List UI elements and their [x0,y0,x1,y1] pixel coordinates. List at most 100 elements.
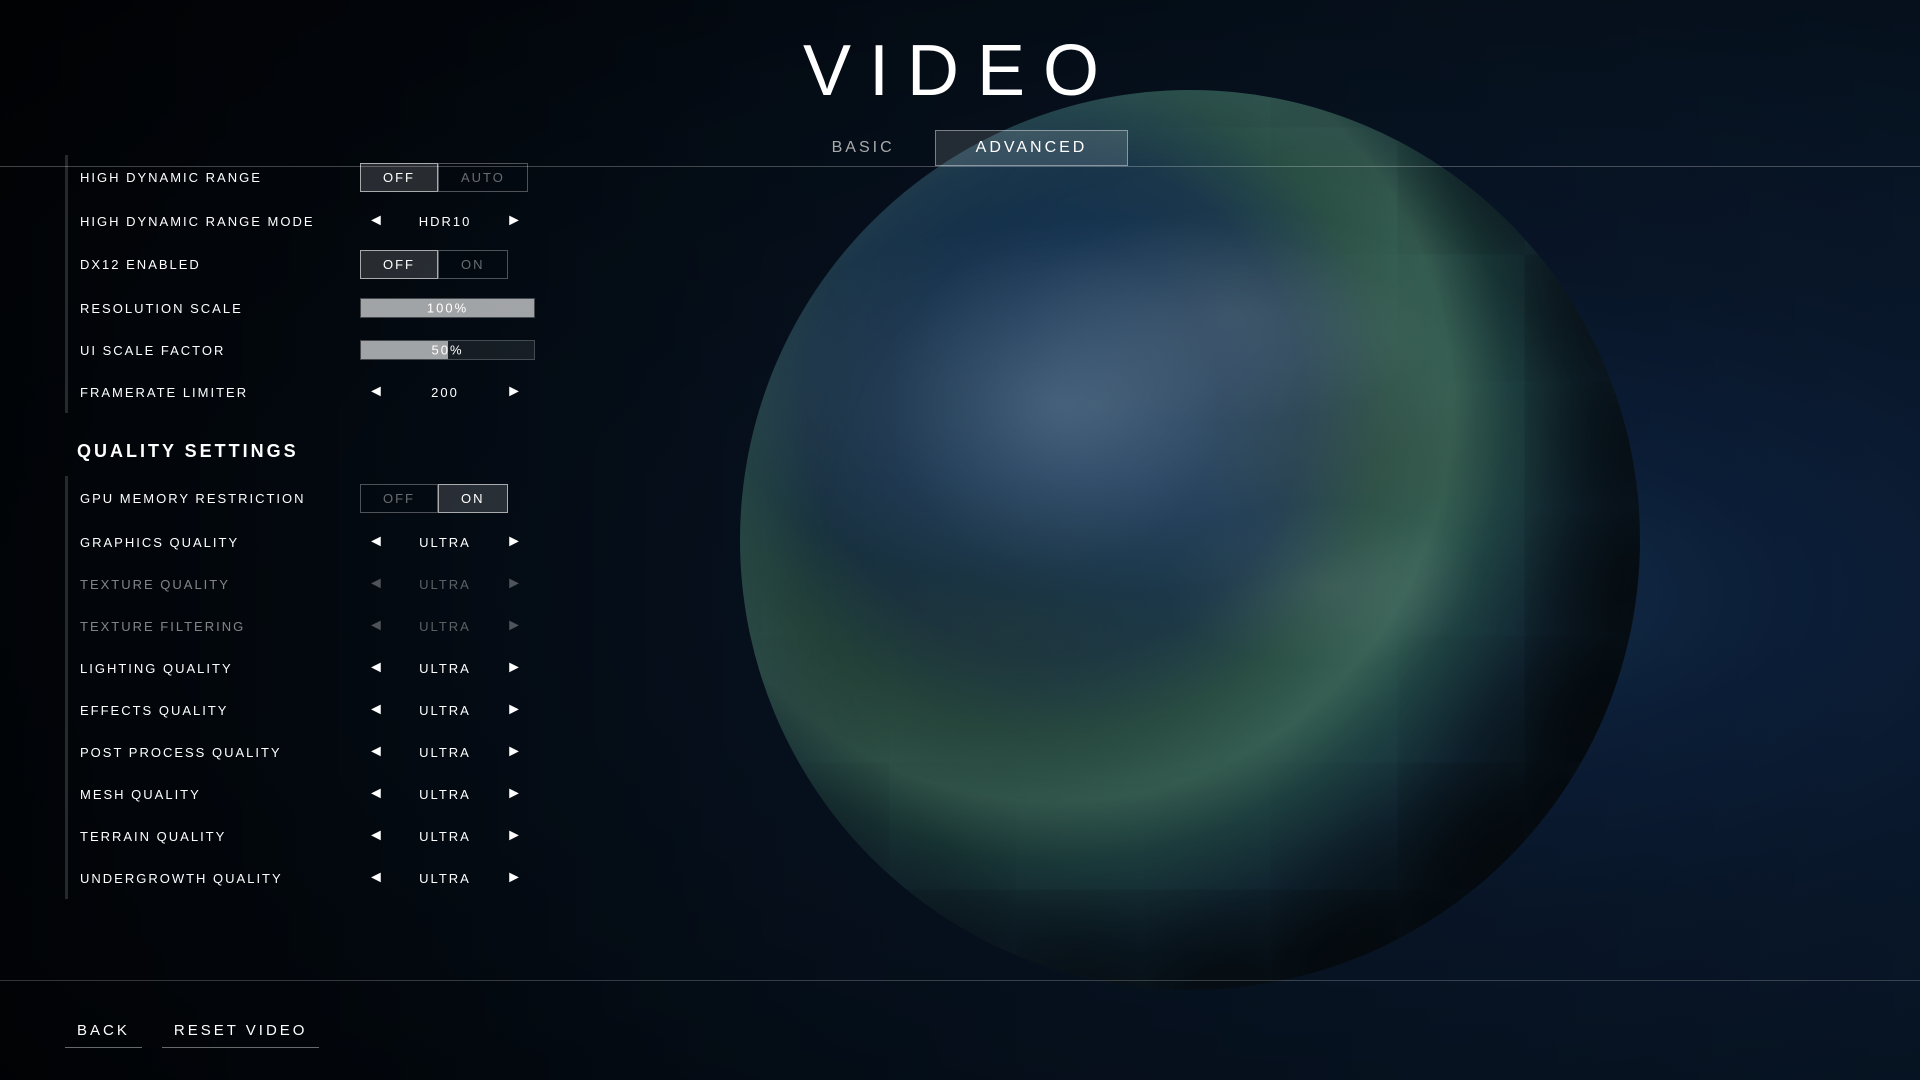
undergrowth-value: ULTRA [392,871,498,886]
setting-row-undergrowth: UNDERGROWTH QUALITY ◄ ULTRA ► [65,857,550,899]
setting-row-ui-scale: UI SCALE FACTOR 50% [65,329,550,371]
mesh-quality-value: ULTRA [392,787,498,802]
selector-texture-filtering: ◄ ULTRA ► [360,613,530,639]
toggle-hdr-off[interactable]: OFF [360,163,438,192]
hdr-mode-right[interactable]: ► [498,208,530,234]
label-framerate: FRAMERATE LIMITER [80,385,360,400]
settings-scroll[interactable]: HIGH DYNAMIC RANGE OFF AUTO HIGH DYNAMIC… [65,155,555,970]
page-title: VIDEO [0,0,1920,112]
label-ui-scale: UI SCALE FACTOR [80,343,360,358]
selector-hdr-mode: ◄ HDR10 ► [360,208,530,234]
toggle-gpu-mem: OFF ON [360,484,508,513]
label-dx12: DX12 ENABLED [80,257,360,272]
slider-ui-scale[interactable]: 50% [360,340,535,360]
label-effects-quality: EFFECTS QUALITY [80,703,360,718]
reset-video-button[interactable]: RESET VIDEO [162,1014,320,1048]
toggle-dx12-off[interactable]: OFF [360,250,438,279]
framerate-right[interactable]: ► [498,379,530,405]
label-lighting-quality: LIGHTING QUALITY [80,661,360,676]
selector-terrain-quality: ◄ ULTRA ► [360,823,530,849]
slider-ui-scale-value: 50% [361,343,534,358]
setting-row-effects-quality: EFFECTS QUALITY ◄ ULTRA ► [65,689,550,731]
toggle-hdr-auto[interactable]: AUTO [438,163,528,192]
label-gpu-mem: GPU MEMORY RESTRICTION [80,491,360,506]
post-process-left[interactable]: ◄ [360,739,392,765]
mesh-quality-left[interactable]: ◄ [360,781,392,807]
setting-row-lighting-quality: LIGHTING QUALITY ◄ ULTRA ► [65,647,550,689]
framerate-value: 200 [392,385,498,400]
selector-mesh-quality: ◄ ULTRA ► [360,781,530,807]
setting-row-dx12: DX12 ENABLED OFF ON [65,242,550,287]
setting-row-framerate: FRAMERATE LIMITER ◄ 200 ► [65,371,550,413]
selector-effects-quality: ◄ ULTRA ► [360,697,530,723]
graphics-quality-value: ULTRA [392,535,498,550]
undergrowth-right[interactable]: ► [498,865,530,891]
lighting-quality-right[interactable]: ► [498,655,530,681]
slider-resolution-value: 100% [361,301,534,316]
setting-row-terrain-quality: TERRAIN QUALITY ◄ ULTRA ► [65,815,550,857]
texture-quality-right[interactable]: ► [498,571,530,597]
main-content: VIDEO BASIC ADVANCED HIGH DYNAMIC RANGE … [0,0,1920,1080]
tab-advanced[interactable]: ADVANCED [935,130,1129,166]
mesh-quality-right[interactable]: ► [498,781,530,807]
quality-settings-header: QUALITY SETTINGS [65,423,550,476]
setting-row-hdr: HIGH DYNAMIC RANGE OFF AUTO [65,155,550,200]
label-hdr-mode: HIGH DYNAMIC RANGE MODE [80,214,360,229]
selector-undergrowth: ◄ ULTRA ► [360,865,530,891]
effects-quality-left[interactable]: ◄ [360,697,392,723]
slider-resolution[interactable]: 100% [360,298,535,318]
undergrowth-left[interactable]: ◄ [360,865,392,891]
label-post-process: POST PROCESS QUALITY [80,745,360,760]
selector-texture-quality: ◄ ULTRA ► [360,571,530,597]
label-texture-filtering: TEXTURE FILTERING [80,619,360,634]
label-undergrowth: UNDERGROWTH QUALITY [80,871,360,886]
selector-post-process: ◄ ULTRA ► [360,739,530,765]
quality-settings-title: QUALITY SETTINGS [65,431,299,468]
setting-row-texture-quality: TEXTURE QUALITY ◄ ULTRA ► [65,563,550,605]
label-terrain-quality: TERRAIN QUALITY [80,829,360,844]
setting-row-resolution: RESOLUTION SCALE 100% [65,287,550,329]
selector-framerate: ◄ 200 ► [360,379,530,405]
texture-filtering-left[interactable]: ◄ [360,613,392,639]
setting-row-post-process: POST PROCESS QUALITY ◄ ULTRA ► [65,731,550,773]
post-process-value: ULTRA [392,745,498,760]
label-texture-quality: TEXTURE QUALITY [80,577,360,592]
terrain-quality-value: ULTRA [392,829,498,844]
framerate-left[interactable]: ◄ [360,379,392,405]
hdr-mode-left[interactable]: ◄ [360,208,392,234]
toggle-dx12-on[interactable]: ON [438,250,508,279]
setting-row-graphics-quality: GRAPHICS QUALITY ◄ ULTRA ► [65,521,550,563]
back-button[interactable]: BACK [65,1014,142,1048]
toggle-gpu-mem-off[interactable]: OFF [360,484,438,513]
effects-quality-value: ULTRA [392,703,498,718]
hdr-mode-value: HDR10 [392,214,498,229]
selector-lighting-quality: ◄ ULTRA ► [360,655,530,681]
label-mesh-quality: MESH QUALITY [80,787,360,802]
toggle-hdr: OFF AUTO [360,163,528,192]
settings-panel: HIGH DYNAMIC RANGE OFF AUTO HIGH DYNAMIC… [65,155,555,970]
setting-row-hdr-mode: HIGH DYNAMIC RANGE MODE ◄ HDR10 ► [65,200,550,242]
label-resolution: RESOLUTION SCALE [80,301,360,316]
setting-row-gpu-mem: GPU MEMORY RESTRICTION OFF ON [65,476,550,521]
bottom-bar: BACK RESET VIDEO [0,980,1920,1080]
label-hdr: HIGH DYNAMIC RANGE [80,170,360,185]
texture-filtering-right[interactable]: ► [498,613,530,639]
texture-quality-left[interactable]: ◄ [360,571,392,597]
lighting-quality-left[interactable]: ◄ [360,655,392,681]
label-graphics-quality: GRAPHICS QUALITY [80,535,360,550]
effects-quality-right[interactable]: ► [498,697,530,723]
selector-graphics-quality: ◄ ULTRA ► [360,529,530,555]
toggle-gpu-mem-on[interactable]: ON [438,484,508,513]
post-process-right[interactable]: ► [498,739,530,765]
lighting-quality-value: ULTRA [392,661,498,676]
setting-row-mesh-quality: MESH QUALITY ◄ ULTRA ► [65,773,550,815]
graphics-quality-right[interactable]: ► [498,529,530,555]
setting-row-texture-filtering: TEXTURE FILTERING ◄ ULTRA ► [65,605,550,647]
texture-quality-value: ULTRA [392,577,498,592]
graphics-quality-left[interactable]: ◄ [360,529,392,555]
terrain-quality-right[interactable]: ► [498,823,530,849]
toggle-dx12: OFF ON [360,250,508,279]
texture-filtering-value: ULTRA [392,619,498,634]
terrain-quality-left[interactable]: ◄ [360,823,392,849]
tab-basic[interactable]: BASIC [792,131,935,165]
